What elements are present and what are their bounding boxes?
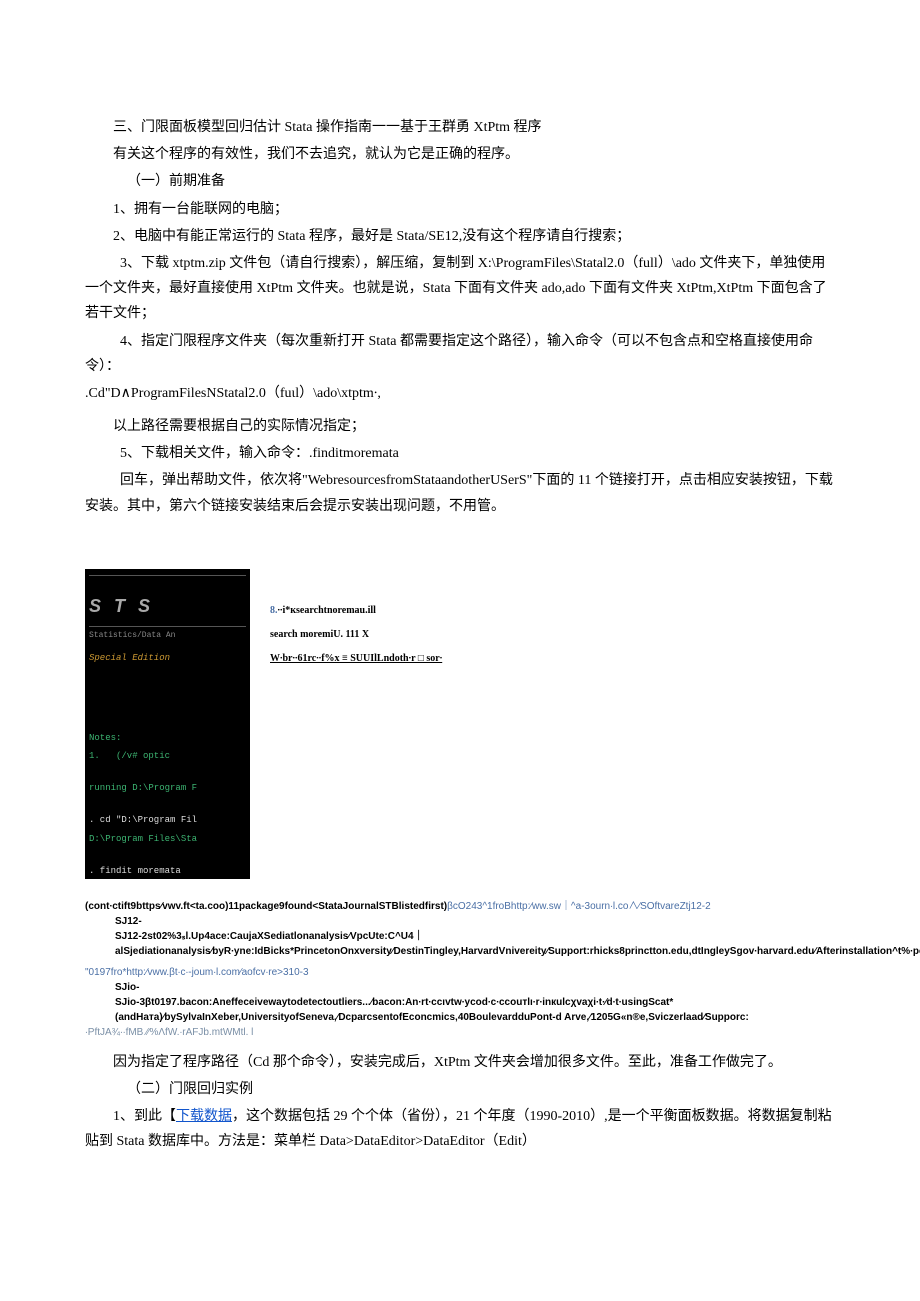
download-data-link[interactable]: 下载数据 <box>176 1109 232 1124</box>
step-4: 4、指定门限程序文件夹（每次重新打开 Stata 都需要指定这个路径），输入命令… <box>85 329 835 379</box>
side-line-1-num: 8. <box>270 605 278 616</box>
ref-2-body: SJ12-2st02%3ₛl.Up4ace:CaujaXSediatlonana… <box>115 931 920 957</box>
stata-console-window: S T S Statistics/Data An Special Edition… <box>85 569 250 879</box>
step-1-prefix: 1、到此【 <box>113 1109 176 1124</box>
step-2: 2、电脑中有能正常运行的 Stata 程序，最好是 Stata/SE12,没有这… <box>85 224 835 249</box>
install-result-paragraph: 因为指定了程序路径（Cd 那个命令），安装完成后，XtPtm 文件夹会增加很多文… <box>85 1050 835 1075</box>
step-5: 5、下载相关文件，输入命令：.finditmoremata <box>85 441 835 466</box>
stata-running: running D:\Program F <box>89 780 246 796</box>
stata-notes-1: 1. (/v# optic <box>89 748 246 764</box>
ref-line-4: SJio-SJio-3βt0197.bacon:Aneffeceivewayto… <box>85 980 835 1025</box>
stata-logo: S T S <box>89 590 246 622</box>
step-1: 1、拥有一台能联网的电脑； <box>85 197 835 222</box>
example-step-1: 1、到此【下载数据，这个数据包括 29 个个体（省份），21 个年度（1990-… <box>85 1104 835 1154</box>
viewer-side-text: 8.∙∙i*кsearchtnoremau.ill search moremiU… <box>270 599 442 671</box>
side-line-3: W∙br∙∙61rc∙∙f%x ≡ SUUIlLndoth∙r □ sor∙ <box>270 647 442 671</box>
ref-1a: (cont∙ctift9bttps∕vwv.ft<ta.coo)11packag… <box>85 901 447 912</box>
ref-1b: βcO243^1froBhttp:∕ww.sw｜^a-3ourn∙l.co∧∕S… <box>447 901 711 912</box>
ref-4-body: SJio-3βt0197.bacon:Aneffeceivewaytodetec… <box>115 997 749 1023</box>
ref-line-5: ∙PftJA¾∙∙fMB ∕∕%ΛfW.∙rAFJb.mtWMtl. l <box>85 1025 835 1040</box>
step-5-detail: 回车，弹出帮助文件，依次将"WebresourcesfromStataandot… <box>85 468 835 518</box>
intro-paragraph: 有关这个程序的有效性，我们不去追究，就认为它是正确的程序。 <box>85 142 835 167</box>
stata-cd-result: D:\Program Files\Sta <box>89 831 246 847</box>
subsection-2-title: （二）门限回归实例 <box>85 1077 835 1102</box>
stata-cd-cmd: . cd "D:\Program Fil <box>89 812 246 828</box>
ref-line-2: SJ12-SJ12-2st02%3ₛl.Up4ace:CaujaXSediatl… <box>85 914 835 959</box>
ref-line-1: (cont∙ctift9bttps∕vwv.ft<ta.coo)11packag… <box>85 899 835 914</box>
step-4-note: 以上路径需要根据自己的实际情况指定； <box>85 414 835 439</box>
stata-edition: Special Edition <box>89 650 246 666</box>
stata-findit-cmd: . findit moremata <box>89 863 246 879</box>
stata-subtitle: Statistics/Data An <box>89 629 246 643</box>
side-line-1: 8.∙∙i*кsearchtnoremau.ill <box>270 599 442 623</box>
subsection-1-title: （一）前期准备 <box>85 169 835 194</box>
search-results-block: (cont∙ctift9bttps∕vwv.ft<ta.coo)11packag… <box>85 899 835 1040</box>
stata-screenshot-block: S T S Statistics/Data An Special Edition… <box>85 569 835 879</box>
section-title: 三、门限面板模型回归估计 Stata 操作指南一一基于王群勇 XtPtm 程序 <box>85 115 835 140</box>
side-line-2: search moremiU. 111 X <box>270 623 442 647</box>
step-3: 3、下载 xtptm.zip 文件包（请自行搜索），解压缩，复制到 X:\Pro… <box>85 251 835 327</box>
ref-line-3: "0197fro*http:∕vww.βt∙c∙-joum∙l.com∕aofc… <box>85 965 835 980</box>
side-line-1-text: ∙∙i*кsearchtnoremau.ill <box>278 605 376 616</box>
stata-notes-label: Notes: <box>89 730 246 746</box>
command-cd: .Cd"D∧ProgramFilesNStatal2.0（fuιl）\ado\x… <box>85 381 835 406</box>
